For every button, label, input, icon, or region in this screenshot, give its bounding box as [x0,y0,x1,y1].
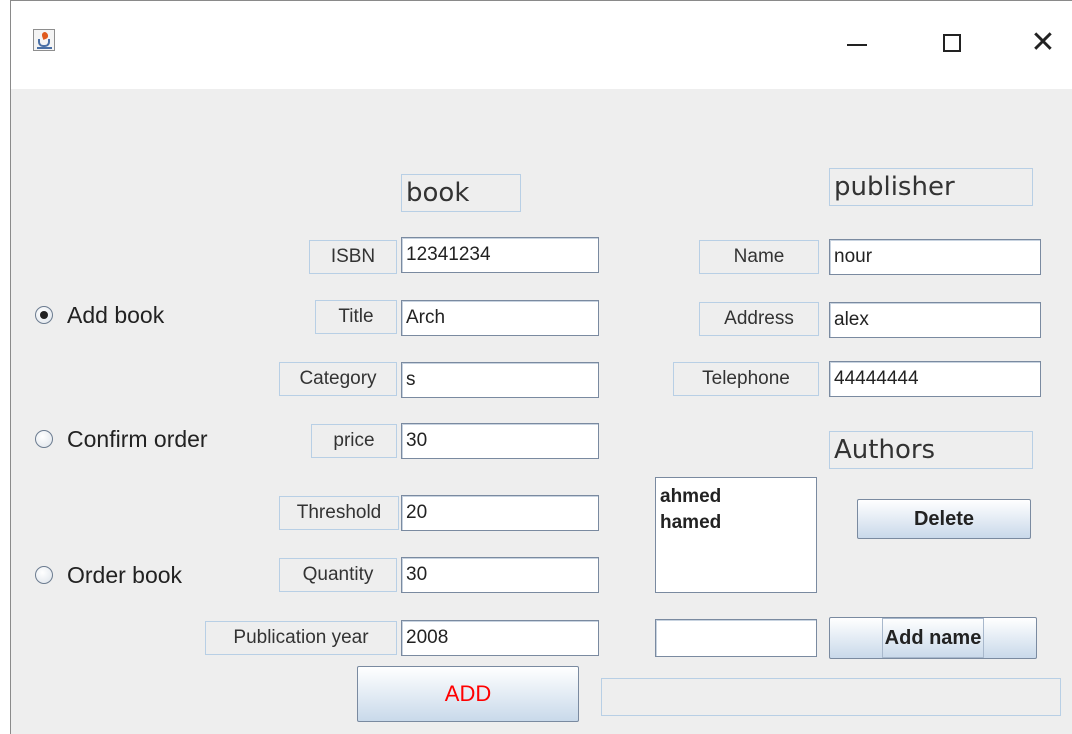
close-button[interactable]: ✕ [1023,23,1063,63]
add-name-label: Add name [881,618,985,658]
author-name-input[interactable] [655,619,817,657]
maximize-icon [943,34,961,52]
threshold-label: Threshold [279,496,399,530]
title-bar: ✕ [11,1,1072,89]
radio-unselected-icon [35,566,53,584]
add-button-label: ADD [444,681,492,706]
title-label: Title [315,300,397,334]
radio-label: Add book [67,302,165,328]
title-field[interactable]: Arch [401,300,599,336]
publisher-name-field[interactable]: nour [829,239,1041,275]
add-name-button[interactable]: Add name [829,617,1037,659]
list-item[interactable]: hamed [660,510,812,536]
radio-selected-icon [35,306,53,324]
price-field[interactable]: 30 [401,423,599,459]
authors-header: Authors [829,431,1033,469]
publisher-address-label: Address [699,302,819,336]
list-item[interactable]: ahmed [660,484,812,510]
category-field[interactable]: s [401,362,599,398]
price-label: price [311,424,397,458]
quantity-label: Quantity [279,558,397,592]
publication-year-field[interactable]: 2008 [401,620,599,656]
publisher-address-field[interactable]: alex [829,302,1041,338]
delete-author-button[interactable]: Delete [857,499,1031,539]
java-app-icon [33,29,55,51]
book-header: book [401,174,521,212]
minimize-button[interactable] [837,23,877,63]
isbn-field[interactable]: 12341234 [401,237,599,273]
add-button[interactable]: ADD [357,666,579,722]
maximize-button[interactable] [931,23,971,63]
threshold-field[interactable]: 20 [401,495,599,531]
minimize-icon [847,44,867,46]
radio-label: Confirm order [67,426,208,452]
radio-unselected-icon [35,430,53,448]
close-icon: ✕ [1030,25,1056,60]
main-window: ✕ book publisher Authors Add book Confir… [10,0,1072,734]
publication-year-label: Publication year [205,621,397,655]
publisher-header: publisher [829,168,1033,206]
publisher-telephone-label: Telephone [673,362,819,396]
quantity-field[interactable]: 30 [401,557,599,593]
category-label: Category [279,362,397,396]
isbn-label: ISBN [309,240,397,274]
authors-list[interactable]: ahmed hamed [655,477,817,593]
publisher-name-label: Name [699,240,819,274]
publisher-telephone-field[interactable]: 44444444 [829,361,1041,397]
radio-label: Order book [67,562,183,588]
status-field [601,678,1061,716]
